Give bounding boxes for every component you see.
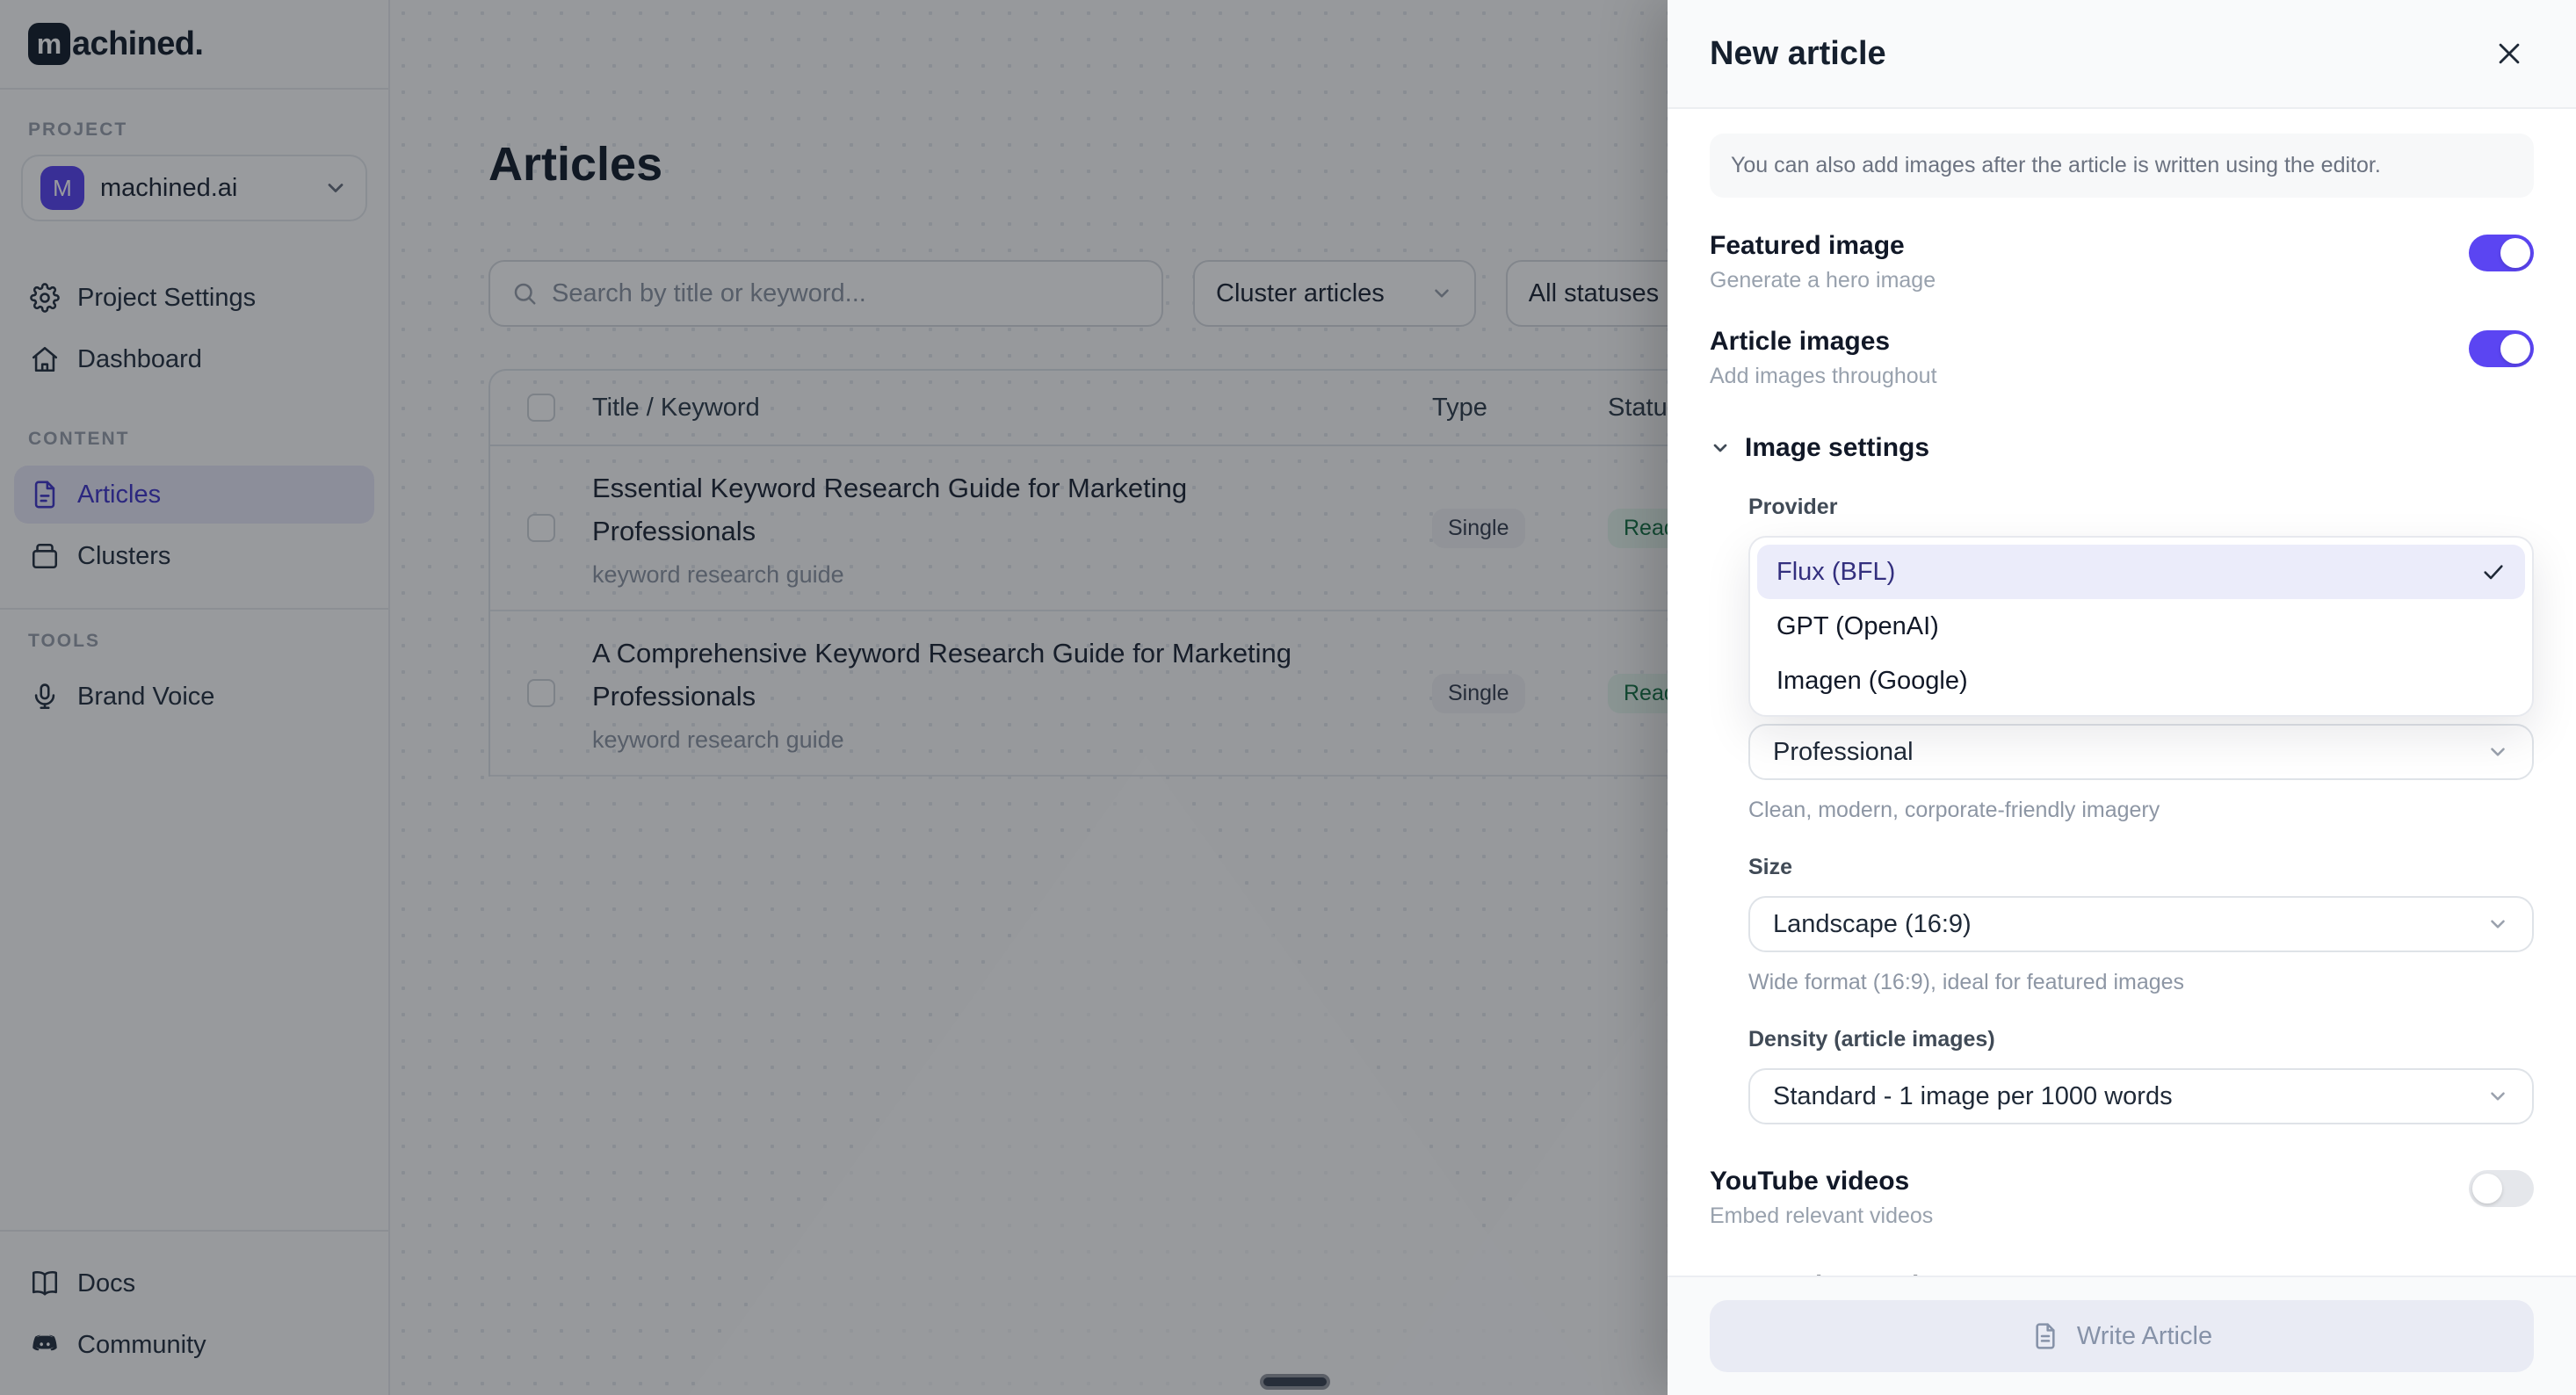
style-hint: Clean, modern, corporate-friendly imager… [1748,798,2534,823]
chevron-down-icon [1710,437,1731,459]
youtube-videos-label: YouTube videos [1710,1167,2469,1196]
write-article-label: Write Article [2077,1322,2212,1351]
size-hint: Wide format (16:9), ideal for featured i… [1748,970,2534,995]
write-article-button[interactable]: Write Article [1710,1300,2534,1372]
density-label: Density (article images) [1748,1027,2534,1052]
provider-option-label: Imagen (Google) [1776,667,2506,696]
size-label: Size [1748,855,2534,880]
featured-image-sublabel: Generate a hero image [1710,268,2469,293]
chevron-down-icon [2486,913,2509,936]
drawer-title: New article [1710,35,2485,73]
check-icon [2481,560,2506,584]
youtube-videos-sublabel: Embed relevant videos [1710,1203,2469,1229]
style-select-value: Professional [1773,738,2486,767]
image-settings-collapse[interactable]: Image settings [1710,433,2534,463]
style-select[interactable]: Professional [1748,724,2534,780]
drawer-body: You can also add images after the articl… [1668,109,2576,1276]
provider-dropdown: Flux (BFL) GPT (OpenAI) Imagen (Google) [1748,536,2534,717]
drawer-footer: Write Article [1668,1276,2576,1395]
provider-option-imagen[interactable]: Imagen (Google) [1757,654,2525,708]
size-select-value: Landscape (16:9) [1773,910,2486,939]
document-icon [2031,1322,2059,1350]
provider-option-flux[interactable]: Flux (BFL) [1757,545,2525,599]
article-images-setting: Article images Add images throughout [1710,327,2534,389]
size-select[interactable]: Landscape (16:9) [1748,896,2534,952]
article-images-label: Article images [1710,327,2469,357]
info-banner: You can also add images after the articl… [1710,134,2534,198]
provider-label: Provider [1748,495,2534,520]
featured-image-label: Featured image [1710,231,2469,261]
youtube-videos-toggle[interactable] [2469,1170,2534,1207]
provider-option-label: Flux (BFL) [1776,558,2481,587]
article-images-toggle[interactable] [2469,330,2534,367]
provider-option-gpt[interactable]: GPT (OpenAI) [1757,599,2525,654]
chevron-down-icon [2486,1085,2509,1108]
provider-option-label: GPT (OpenAI) [1776,612,2506,641]
featured-image-toggle[interactable] [2469,235,2534,271]
featured-image-setting: Featured image Generate a hero image [1710,231,2534,293]
youtube-videos-setting: YouTube videos Embed relevant videos [1710,1167,2534,1229]
chevron-down-icon [2486,741,2509,763]
density-select[interactable]: Standard - 1 image per 1000 words [1748,1068,2534,1124]
new-article-drawer: New article You can also add images afte… [1668,0,2576,1395]
drawer-header: New article [1668,0,2576,109]
close-icon[interactable] [2485,29,2534,78]
article-images-sublabel: Add images throughout [1710,364,2469,389]
density-select-value: Standard - 1 image per 1000 words [1773,1082,2486,1111]
image-settings-label: Image settings [1745,433,1929,463]
